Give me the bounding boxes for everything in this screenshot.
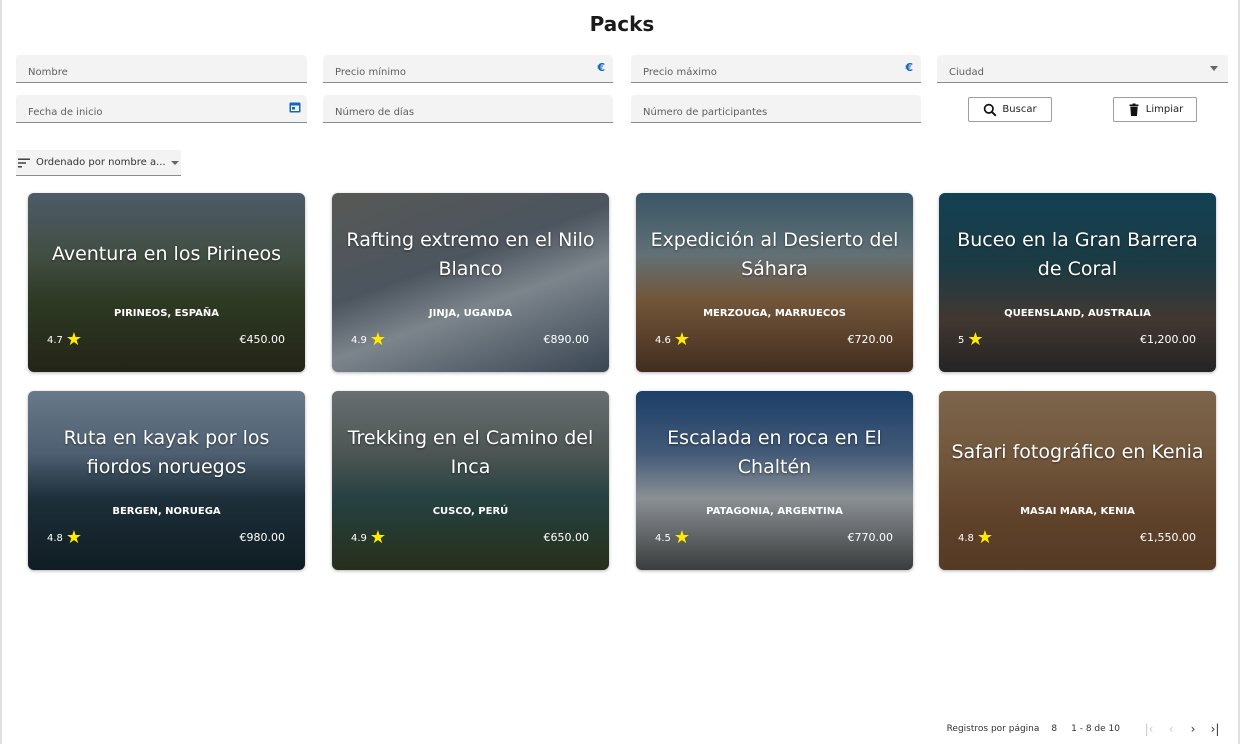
fecha-inicio-placeholder: Fecha de inicio bbox=[28, 107, 103, 118]
star-icon: ★ bbox=[673, 527, 691, 548]
card-rating: 5 ★ bbox=[958, 329, 984, 350]
pack-card[interactable]: Ruta en kayak por los fiordos noruegos B… bbox=[28, 391, 305, 570]
card-location: PIRINEOS, ESPAÑA bbox=[114, 308, 219, 319]
card-location: PATAGONIA, ARGENTINA bbox=[706, 506, 843, 517]
card-price: €720.00 bbox=[847, 333, 894, 346]
card-price: €980.00 bbox=[239, 531, 286, 544]
rating-value: 4.8 bbox=[47, 532, 63, 544]
star-icon: ★ bbox=[65, 527, 83, 548]
rating-value: 4.6 bbox=[655, 334, 671, 346]
card-location: JINJA, UGANDA bbox=[428, 308, 513, 319]
numero-dias-placeholder: Número de días bbox=[335, 107, 415, 118]
card-rating: 4.6 ★ bbox=[655, 329, 691, 350]
card-title: Trekking en el Camino del Inca bbox=[347, 427, 594, 478]
rating-value: 4.7 bbox=[47, 334, 63, 346]
card-rating: 4.8 ★ bbox=[47, 527, 83, 548]
first-page-icon[interactable]: |‹ bbox=[1138, 722, 1160, 736]
card-price: €1,550.00 bbox=[1140, 531, 1196, 544]
paginator: Registros por página 8 1 - 8 de 10 |‹ ‹ … bbox=[947, 722, 1226, 736]
precio-minimo-field[interactable]: Precio mínimo € bbox=[323, 55, 613, 83]
precio-maximo-field[interactable]: Precio máximo € bbox=[631, 55, 921, 83]
star-icon: ★ bbox=[976, 527, 994, 548]
page-range-label: 1 - 8 de 10 bbox=[1071, 724, 1120, 734]
pack-card[interactable]: Expedición al Desierto del Sáhara MERZOU… bbox=[636, 193, 913, 372]
card-rating: 4.8 ★ bbox=[958, 527, 994, 548]
nombre-placeholder: Nombre bbox=[28, 67, 68, 78]
pack-card[interactable]: Rafting extremo en el Nilo Blanco JINJA,… bbox=[332, 193, 609, 372]
chevron-left-icon[interactable]: ‹ bbox=[1160, 722, 1182, 736]
page-title: Packs bbox=[589, 12, 655, 36]
pack-card[interactable]: Aventura en los Pirineos PIRINEOS, ESPAÑ… bbox=[28, 193, 305, 372]
nombre-field[interactable]: Nombre bbox=[16, 55, 307, 83]
pack-card[interactable]: Trekking en el Camino del Inca CUSCO, PE… bbox=[332, 391, 609, 570]
card-price: €1,200.00 bbox=[1140, 333, 1196, 346]
last-page-icon[interactable]: ›| bbox=[1204, 722, 1226, 736]
card-location: QUEENSLAND, AUSTRALIA bbox=[1004, 308, 1151, 319]
search-icon bbox=[984, 103, 997, 116]
fecha-inicio-field[interactable]: Fecha de inicio bbox=[16, 95, 307, 123]
limpiar-button[interactable]: Limpiar bbox=[1113, 97, 1197, 122]
trash-icon bbox=[1129, 103, 1139, 116]
card-title: Escalada en roca en El Chaltén bbox=[667, 427, 882, 478]
sort-icon bbox=[18, 158, 30, 167]
ciudad-select[interactable]: Ciudad bbox=[937, 55, 1228, 83]
card-title: Rafting extremo en el Nilo Blanco bbox=[346, 229, 595, 280]
card-price: €650.00 bbox=[543, 531, 590, 544]
chevron-down-icon bbox=[1210, 66, 1218, 71]
rating-value: 5 bbox=[958, 334, 965, 346]
pack-card[interactable]: Buceo en la Gran Barrera de Coral QUEENS… bbox=[939, 193, 1216, 372]
precio-minimo-placeholder: Precio mínimo bbox=[335, 67, 406, 78]
rating-value: 4.5 bbox=[655, 532, 671, 544]
rating-value: 4.9 bbox=[351, 532, 367, 544]
rating-value: 4.8 bbox=[958, 532, 974, 544]
star-icon: ★ bbox=[967, 329, 984, 350]
card-rating: 4.7 ★ bbox=[47, 329, 83, 350]
sort-select[interactable]: Ordenado por nombre a... bbox=[16, 150, 181, 176]
calendar-icon[interactable] bbox=[289, 101, 301, 113]
star-icon: ★ bbox=[65, 329, 83, 350]
card-price: €890.00 bbox=[543, 333, 590, 346]
card-title: Ruta en kayak por los fiordos noruegos bbox=[63, 427, 270, 478]
euro-suffix: € bbox=[905, 61, 913, 74]
card-title: Aventura en los Pirineos bbox=[51, 243, 282, 265]
star-icon: ★ bbox=[673, 329, 691, 350]
card-price: €770.00 bbox=[847, 531, 894, 544]
card-location: MASAI MARA, KENIA bbox=[1020, 506, 1135, 517]
star-icon: ★ bbox=[369, 329, 387, 350]
buscar-label: Buscar bbox=[1002, 104, 1037, 115]
card-rating: 4.9 ★ bbox=[351, 329, 387, 350]
card-title: Safari fotográfico en Kenia bbox=[951, 441, 1204, 463]
page-size-label: Registros por página bbox=[946, 724, 1040, 734]
chevron-down-icon bbox=[170, 160, 179, 165]
numero-participantes-placeholder: Número de participantes bbox=[643, 107, 768, 118]
card-location: CUSCO, PERÚ bbox=[432, 506, 509, 517]
buscar-button[interactable]: Buscar bbox=[968, 97, 1052, 122]
card-title: Expedición al Desierto del Sáhara bbox=[650, 229, 899, 280]
app-frame: Packs Nombre Precio mínimo € Precio máxi… bbox=[0, 0, 1240, 744]
ciudad-placeholder: Ciudad bbox=[949, 67, 984, 78]
card-rating: 4.9 ★ bbox=[351, 527, 387, 548]
numero-dias-field[interactable]: Número de días bbox=[323, 95, 613, 123]
page-size-select[interactable]: 8 bbox=[1051, 724, 1057, 734]
card-rating: 4.5 ★ bbox=[655, 527, 691, 548]
star-icon: ★ bbox=[369, 527, 387, 548]
euro-suffix: € bbox=[597, 61, 605, 74]
rating-value: 4.9 bbox=[351, 334, 367, 346]
precio-maximo-placeholder: Precio máximo bbox=[643, 67, 717, 78]
sort-label: Ordenado por nombre a... bbox=[36, 157, 166, 168]
chevron-right-icon[interactable]: › bbox=[1182, 722, 1204, 736]
card-title: Buceo en la Gran Barrera de Coral bbox=[957, 229, 1198, 280]
pack-card[interactable]: Safari fotográfico en Kenia MASAI MARA, … bbox=[939, 391, 1216, 570]
numero-participantes-field[interactable]: Número de participantes bbox=[631, 95, 921, 123]
card-price: €450.00 bbox=[239, 333, 286, 346]
limpiar-label: Limpiar bbox=[1145, 104, 1184, 115]
card-location: BERGEN, NORUEGA bbox=[112, 506, 221, 517]
card-location: MERZOUGA, MARRUECOS bbox=[703, 308, 846, 319]
pack-card[interactable]: Escalada en roca en El Chaltén PATAGONIA… bbox=[636, 391, 913, 570]
